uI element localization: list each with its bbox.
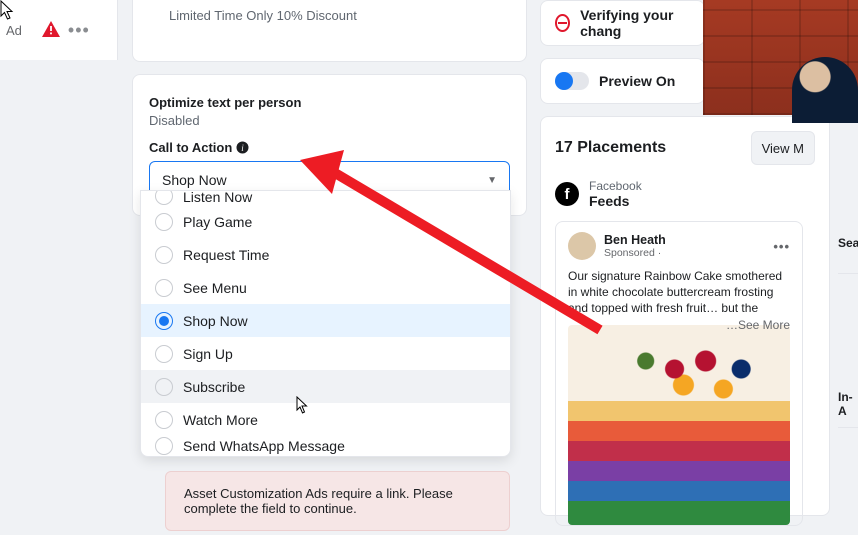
pointer-cursor <box>296 396 310 419</box>
placement-brand: Facebook <box>589 179 642 193</box>
see-more-link[interactable]: …See More <box>726 317 790 333</box>
cta-option-sign-up[interactable]: Sign Up <box>141 337 510 370</box>
optimize-status: Disabled <box>149 113 510 128</box>
cta-option-play-game[interactable]: Play Game <box>141 205 510 238</box>
optimize-label: Optimize text per person <box>149 95 510 110</box>
avatar <box>568 232 596 260</box>
offer-text: Limited Time Only 10% Discount <box>149 8 357 23</box>
minus-circle-icon <box>555 14 570 32</box>
cta-option-watch-more[interactable]: Watch More <box>141 403 510 436</box>
nav-item-ad[interactable]: Ad <box>6 23 22 38</box>
os-cursor <box>0 0 16 22</box>
preview-toggle[interactable] <box>555 72 589 90</box>
link-error-banner: Asset Customization Ads require a link. … <box>165 471 510 531</box>
placements-title: 17 Placements <box>555 139 666 157</box>
left-nav: Ad ••• <box>0 0 118 60</box>
warning-icon <box>42 21 60 40</box>
ad-more-icon[interactable]: ••• <box>773 239 790 254</box>
verify-banner: Verifying your chang <box>540 0 705 46</box>
preview-toggle-bar: Preview On <box>540 58 705 104</box>
ad-sponsored: Sponsored · <box>604 247 666 259</box>
chevron-down-icon: ▼ <box>487 175 497 186</box>
info-icon[interactable]: i <box>236 141 249 154</box>
cta-option-request-time[interactable]: Request Time <box>141 238 510 271</box>
ad-body: Our signature Rainbow Cake smothered in … <box>568 268 790 317</box>
ad-image <box>568 325 790 525</box>
cta-option-shop-now[interactable]: Shop Now <box>141 304 510 337</box>
cta-dropdown: Listen Now Play Game Request Time See Me… <box>140 190 511 457</box>
preview-label: Preview On <box>599 73 675 89</box>
placement-surface: Feeds <box>589 193 642 209</box>
cta-selected-value: Shop Now <box>162 172 227 188</box>
side-strip: Sea In-A <box>838 230 858 490</box>
view-more-button[interactable]: View M <box>751 131 815 165</box>
presenter-overlay <box>703 0 858 115</box>
facebook-icon: f <box>555 182 579 206</box>
more-icon[interactable]: ••• <box>68 20 90 41</box>
cta-option-subscribe[interactable]: Subscribe <box>141 370 510 403</box>
side-inapp: In-A <box>838 384 858 428</box>
side-search: Sea <box>838 230 858 274</box>
cta-option-see-menu[interactable]: See Menu <box>141 271 510 304</box>
cta-option-listen-now[interactable]: Listen Now <box>141 191 510 205</box>
cta-option-whatsapp[interactable]: Send WhatsApp Message <box>141 436 510 456</box>
cta-label: Call to Action <box>149 140 232 155</box>
ad-author: Ben Heath <box>604 233 666 247</box>
ad-preview: Ben Heath Sponsored · ••• Our signature … <box>555 221 803 526</box>
placements-card: 17 Placements View M f Facebook Feeds Be… <box>540 116 830 516</box>
offer-card: Limited Time Only 10% Discount <box>132 0 527 62</box>
